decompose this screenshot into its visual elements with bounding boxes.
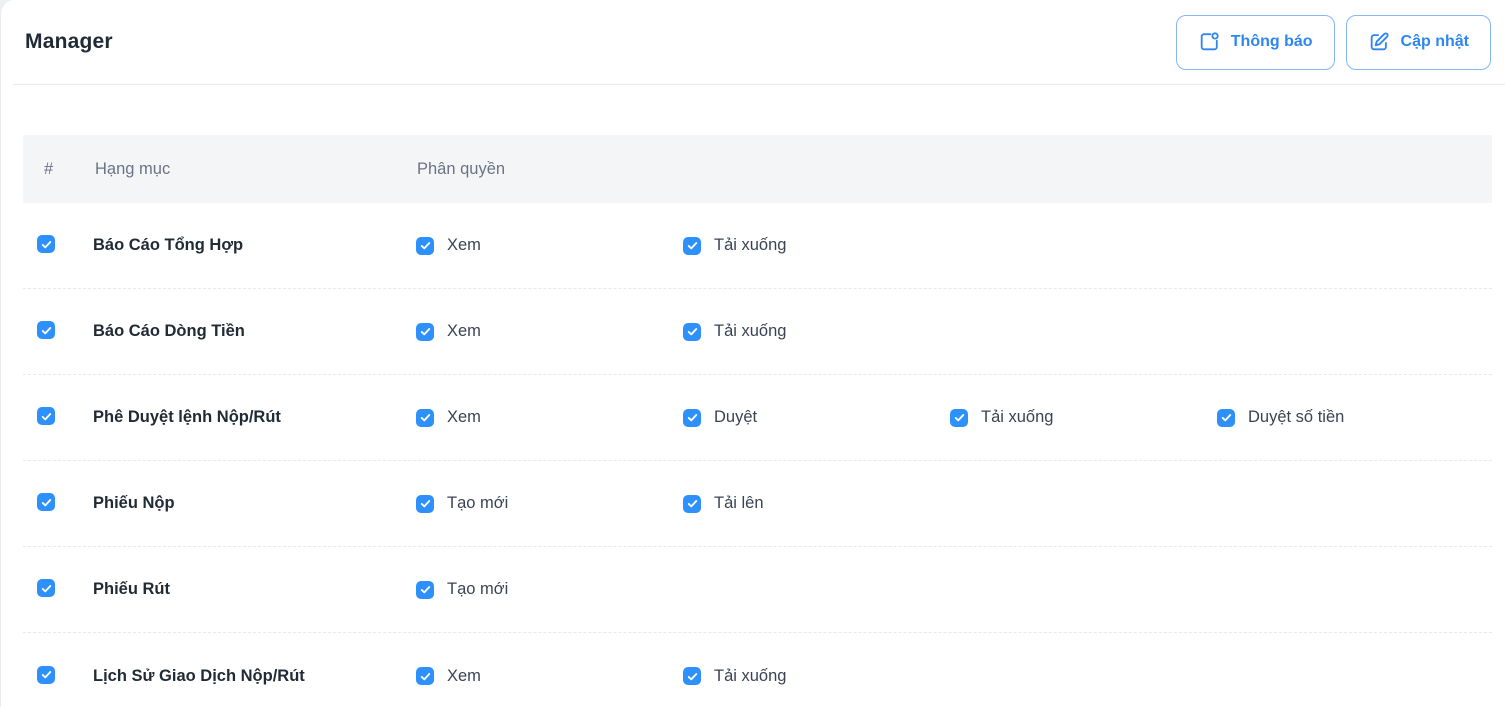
table-header-row: # Hạng mục Phân quyền <box>23 135 1492 203</box>
permission-item: Tạo mới <box>416 580 683 599</box>
permission-checkbox[interactable] <box>1217 409 1235 427</box>
permission-label: Tạo mới <box>447 494 508 513</box>
permission-label: Duyệt <box>714 408 757 427</box>
row-checkbox[interactable] <box>37 321 55 339</box>
notify-button[interactable]: Thông báo <box>1176 15 1335 70</box>
row-checkbox-cell <box>37 579 93 600</box>
permission-label: Xem <box>447 322 481 341</box>
permission-checkbox[interactable] <box>683 667 701 685</box>
column-header-index: # <box>44 160 95 179</box>
permission-label: Tải xuống <box>714 667 786 686</box>
table-body: Báo Cáo Tổng Hợp Xem Tải xuống Báo Cáo D… <box>23 203 1492 707</box>
permission-checkbox[interactable] <box>416 495 434 513</box>
row-label: Phê Duyệt lệnh Nộp/Rút <box>93 408 416 427</box>
permission-checkbox[interactable] <box>683 237 701 255</box>
row-label: Lịch Sử Giao Dịch Nộp/Rút <box>93 667 416 686</box>
permission-label: Tạo mới <box>447 580 508 599</box>
table-row: Phiếu Nộp Tạo mới Tải lên <box>23 461 1492 547</box>
permission-checkbox[interactable] <box>416 667 434 685</box>
permission-item: Duyệt <box>683 408 950 427</box>
table-row: Phê Duyệt lệnh Nộp/Rút Xem Duyệt Tải xuố… <box>23 375 1492 461</box>
permission-checkbox[interactable] <box>683 409 701 427</box>
update-button-label: Cập nhật <box>1401 33 1469 51</box>
row-label: Báo Cáo Tổng Hợp <box>93 236 416 255</box>
notification-icon <box>1198 31 1220 53</box>
permission-item: Tạo mới <box>416 494 683 513</box>
permission-item: Xem <box>416 408 683 427</box>
row-checkbox[interactable] <box>37 666 55 684</box>
notify-button-label: Thông báo <box>1231 33 1313 51</box>
header-divider <box>13 84 1505 85</box>
row-checkbox[interactable] <box>37 235 55 253</box>
table-row: Báo Cáo Tổng Hợp Xem Tải xuống <box>23 203 1492 289</box>
permission-checkbox[interactable] <box>683 495 701 513</box>
permissions-table: # Hạng mục Phân quyền Báo Cáo Tổng Hợp X… <box>23 135 1492 707</box>
permission-item: Tải xuống <box>683 667 950 686</box>
row-checkbox-cell <box>37 407 93 428</box>
permission-item: Xem <box>416 667 683 686</box>
permission-label: Xem <box>447 236 481 255</box>
permission-label: Duyệt số tiền <box>1248 408 1344 427</box>
permission-label: Xem <box>447 408 481 427</box>
column-header-category: Hạng mục <box>95 160 417 179</box>
permission-item: Tải xuống <box>950 408 1217 427</box>
permission-item: Duyệt số tiền <box>1217 408 1484 427</box>
row-checkbox-cell <box>37 235 93 256</box>
row-checkbox-cell <box>37 493 93 514</box>
permission-label: Xem <box>447 667 481 686</box>
permission-item: Tải xuống <box>683 236 950 255</box>
permission-item: Tải xuống <box>683 322 950 341</box>
edit-icon <box>1368 31 1390 53</box>
row-checkbox-cell <box>37 321 93 342</box>
permission-item: Xem <box>416 236 683 255</box>
table-row: Phiếu Rút Tạo mới <box>23 547 1492 633</box>
update-button[interactable]: Cập nhật <box>1346 15 1491 70</box>
permission-item: Xem <box>416 322 683 341</box>
permission-checkbox[interactable] <box>416 323 434 341</box>
row-checkbox[interactable] <box>37 579 55 597</box>
permission-checkbox[interactable] <box>416 581 434 599</box>
row-label: Báo Cáo Dòng Tiền <box>93 322 416 341</box>
permission-label: Tải lên <box>714 494 764 513</box>
permission-label: Tải xuống <box>714 322 786 341</box>
permission-label: Tải xuống <box>981 408 1053 427</box>
permission-label: Tải xuống <box>714 236 786 255</box>
row-label: Phiếu Rút <box>93 580 416 599</box>
row-checkbox[interactable] <box>37 407 55 425</box>
row-checkbox-cell <box>37 666 93 687</box>
page-title: Manager <box>25 30 113 54</box>
page-header: Manager Thông báo Cập nhật <box>1 0 1505 84</box>
row-label: Phiếu Nộp <box>93 494 416 513</box>
manager-permissions-panel: Manager Thông báo Cập nhật <box>0 0 1505 707</box>
row-checkbox[interactable] <box>37 493 55 511</box>
permission-checkbox[interactable] <box>416 237 434 255</box>
table-row: Báo Cáo Dòng Tiền Xem Tải xuống <box>23 289 1492 375</box>
permission-checkbox[interactable] <box>683 323 701 341</box>
header-actions: Thông báo Cập nhật <box>1176 15 1491 70</box>
permission-item: Tải lên <box>683 494 950 513</box>
permission-checkbox[interactable] <box>416 409 434 427</box>
permission-checkbox[interactable] <box>950 409 968 427</box>
table-row: Lịch Sử Giao Dịch Nộp/Rút Xem Tải xuống <box>23 633 1492 707</box>
column-header-permissions: Phân quyền <box>417 160 1492 179</box>
